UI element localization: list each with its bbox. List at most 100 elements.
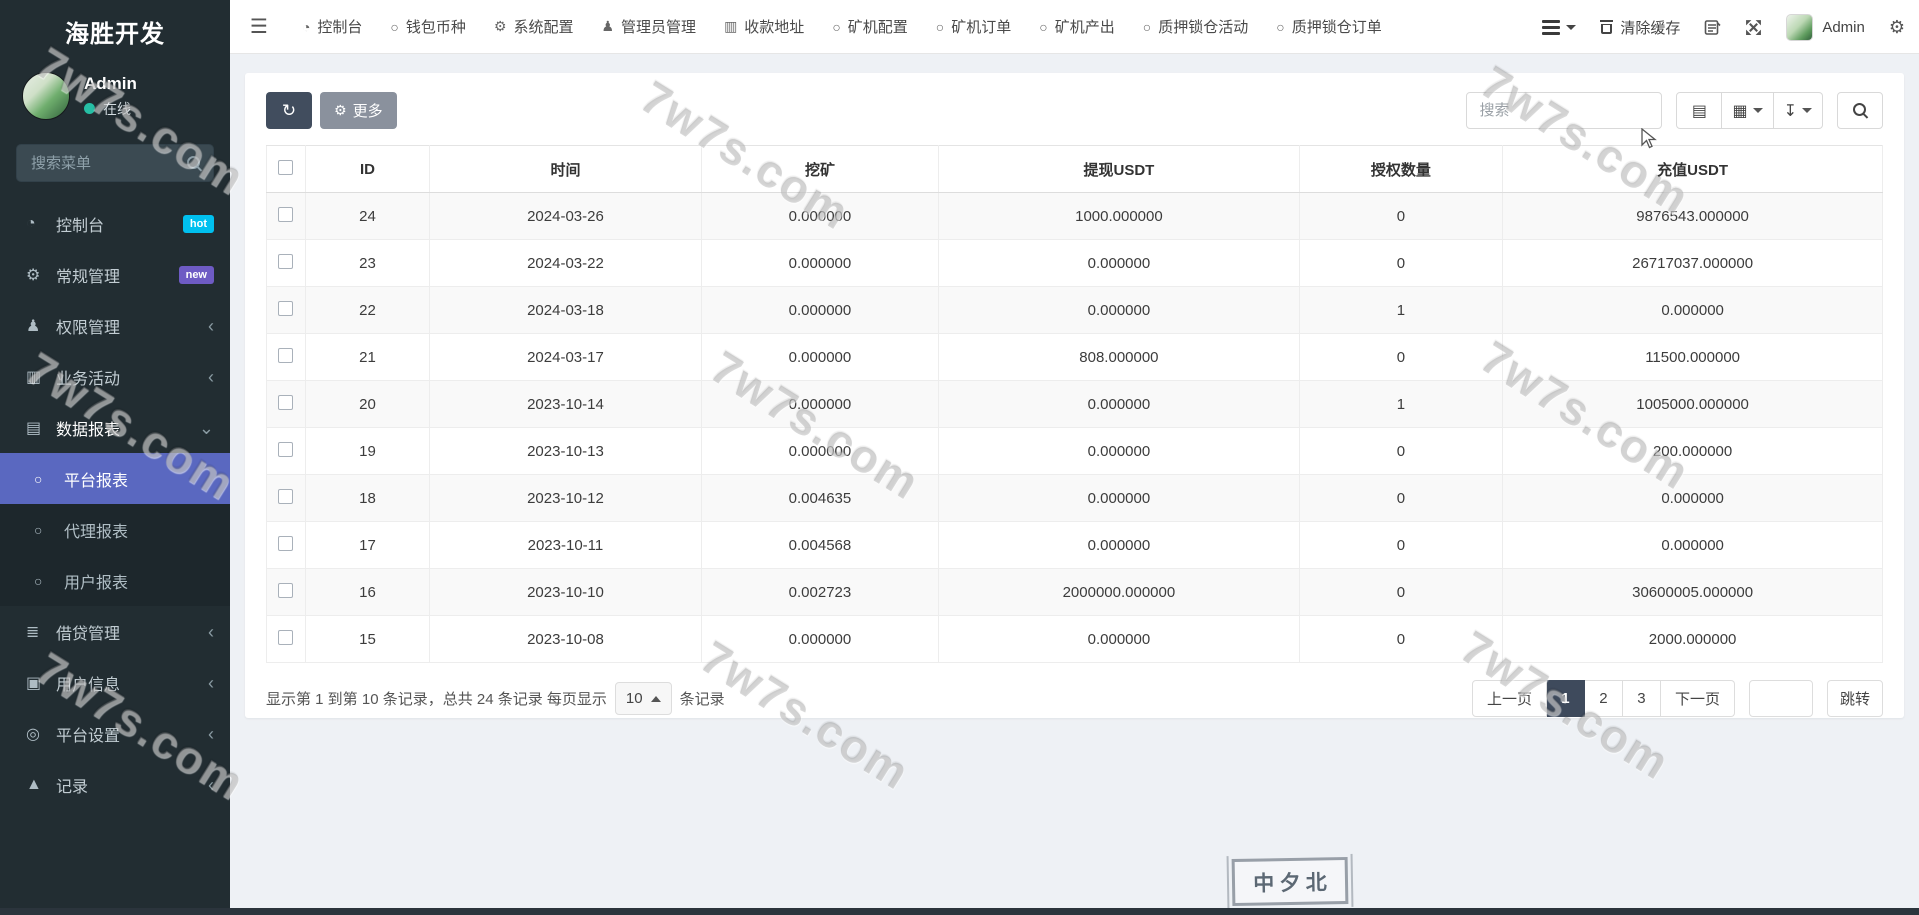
navbar-tab-payment-address[interactable]: ▥ 收款地址	[724, 16, 804, 37]
sidebar-item-user-info[interactable]: ▣ 用户信息 ‹	[0, 657, 230, 708]
user-status: 在线	[84, 99, 137, 119]
refresh-button[interactable]: ↻	[266, 92, 312, 129]
row-checkbox[interactable]	[278, 394, 294, 410]
page-button-3[interactable]: 3	[1622, 680, 1661, 717]
navbar-tab-miner-config[interactable]: ○ 矿机配置	[832, 16, 907, 37]
chevron-left-icon: ‹	[208, 774, 214, 795]
sidebar-menu: ◔ 控制台 hot ⚙ 常规管理 new ♟ 权限管理 ‹ ▥ 业务活动 ‹ ▤ 数据报表 ⌄ ○ 平台报表 ○ 代…	[0, 198, 230, 810]
sidebar-item-label: 常规管理	[56, 268, 121, 286]
table-cell: 17	[304, 521, 431, 569]
sidebar-item-label: 控制台	[56, 217, 105, 235]
circle-icon: ○	[34, 470, 43, 487]
table-cell: 26717037.000000	[1502, 239, 1883, 287]
table-cell: 0.000000	[700, 427, 940, 475]
table-cell: 20	[304, 380, 431, 428]
table-row: 15 2023-10-08 0.000000 0.000000 0 2000.000000	[266, 615, 1883, 663]
file-icon: ▤	[26, 419, 42, 437]
sidebar-item-user-report[interactable]: ○ 用户报表	[0, 555, 230, 606]
sidebar-search-input[interactable]	[16, 144, 214, 182]
select-all-checkbox[interactable]	[278, 159, 294, 175]
row-checkbox[interactable]	[278, 206, 294, 222]
table-cell: 0.000000	[938, 474, 1300, 522]
sidebar-item-label: 记录	[56, 778, 89, 796]
search-toggle-button[interactable]	[1837, 92, 1883, 129]
settings-gear-icon[interactable]: ⚙	[1889, 17, 1905, 38]
admin-menu[interactable]: Admin	[1786, 13, 1865, 41]
table-cell: 0	[1298, 474, 1504, 522]
table-cell: 24	[304, 192, 431, 240]
navbar-tab-wallet-coins[interactable]: ○ 钱包币种	[390, 16, 465, 37]
navbar-tab-console[interactable]: ◔ 控制台	[302, 16, 362, 37]
more-button[interactable]: ⚙ 更多	[320, 92, 397, 129]
row-checkbox[interactable]	[278, 582, 294, 598]
content-card: ↻ ⚙ 更多 ▤ ▦ ↧ ID时间挖矿提现USDT授权数量充值USDT 2420…	[245, 73, 1904, 718]
user-icon: ♟	[601, 18, 615, 34]
fullscreen-icon[interactable]	[1745, 19, 1762, 36]
row-checkbox-cell	[266, 521, 306, 569]
address-book-icon: ▣	[26, 674, 42, 692]
navbar-tab-admin-manage[interactable]: ♟ 管理员管理	[601, 16, 696, 37]
navbar-tab-label: 矿机配置	[847, 19, 908, 36]
table-cell: 0.000000	[938, 380, 1300, 428]
row-checkbox-cell	[266, 474, 306, 522]
navbar-tab-label: 质押锁仓订单	[1291, 19, 1382, 36]
navbar-tab-miner-orders[interactable]: ○ 矿机订单	[936, 16, 1011, 37]
sidebar-item-console[interactable]: ◔ 控制台 hot	[0, 198, 230, 249]
page-size-select[interactable]: 10	[614, 682, 672, 715]
list-icon	[1542, 17, 1561, 38]
table-search-input[interactable]	[1466, 92, 1663, 129]
sidebar-item-data-reports[interactable]: ▤ 数据报表 ⌄	[0, 402, 230, 453]
navbar-tab-label: 收款地址	[744, 19, 805, 36]
columns-button[interactable]: ▦	[1722, 92, 1774, 129]
circle-icon: ○	[1276, 18, 1285, 35]
sidebar-item-platform-settings[interactable]: ◎ 平台设置 ‹	[0, 708, 230, 759]
navbar-tab-miner-output[interactable]: ○ 矿机产出	[1039, 16, 1114, 37]
sidebar-item-permission-manage[interactable]: ♟ 权限管理 ‹	[0, 300, 230, 351]
row-checkbox[interactable]	[278, 253, 294, 269]
row-checkbox[interactable]	[278, 629, 294, 645]
stamp-image: 中 夕 北	[1231, 856, 1349, 907]
user-panel: Admin 在线	[0, 62, 230, 134]
sidebar-item-agent-report[interactable]: ○ 代理报表	[0, 504, 230, 555]
table-cell: 16	[304, 568, 431, 616]
jump-button[interactable]: 跳转	[1826, 680, 1883, 717]
sidebar-item-loan-manage[interactable]: ≣ 借贷管理 ‹	[0, 606, 230, 657]
row-checkbox[interactable]	[278, 347, 294, 363]
table-cell: 0	[1298, 192, 1504, 240]
column-header: 挖矿	[700, 145, 940, 193]
page-button-2[interactable]: 2	[1584, 680, 1623, 717]
navbar-tab-pledge-orders[interactable]: ○ 质押锁仓订单	[1276, 16, 1381, 37]
caret-up-icon	[650, 695, 661, 702]
sidebar-item-business-activity[interactable]: ▥ 业务活动 ‹	[0, 351, 230, 402]
table-menu-dropdown[interactable]	[1542, 17, 1577, 38]
table-cell: 0.000000	[938, 521, 1300, 569]
sidebar-item-general-manage[interactable]: ⚙ 常规管理 new	[0, 249, 230, 300]
prev-page-button[interactable]: 上一页	[1471, 680, 1547, 717]
column-header: 提现USDT	[938, 145, 1300, 193]
navbar-tab-system-config[interactable]: ⚙ 系统配置	[494, 16, 574, 37]
translate-icon[interactable]	[1704, 19, 1721, 36]
table-cell: 2023-10-11	[429, 521, 702, 569]
sidebar-item-label: 业务活动	[56, 370, 121, 388]
sidebar-item-records[interactable]: ▲ 记录 ‹	[0, 759, 230, 810]
next-page-button[interactable]: 下一页	[1660, 680, 1735, 717]
chevron-left-icon: ‹	[208, 621, 214, 642]
row-checkbox[interactable]	[278, 535, 294, 551]
navbar-tab-label: 质押锁仓活动	[1158, 19, 1249, 36]
table-cell: 0.000000	[700, 333, 940, 381]
table-cell: 0.000000	[700, 239, 940, 287]
row-checkbox[interactable]	[278, 441, 294, 457]
table-cell: 19	[304, 427, 431, 475]
export-button[interactable]: ↧	[1773, 92, 1823, 129]
detail-view-button[interactable]: ▤	[1676, 92, 1723, 129]
page-button-1[interactable]: 1	[1546, 680, 1585, 717]
row-checkbox[interactable]	[278, 488, 294, 504]
clear-cache-button[interactable]: 清除缓存	[1600, 17, 1680, 38]
hamburger-icon[interactable]: ☰	[230, 14, 288, 39]
table-search	[1466, 92, 1663, 129]
sidebar-item-platform-report[interactable]: ○ 平台报表	[0, 453, 230, 504]
jump-page-input[interactable]	[1748, 680, 1813, 717]
navbar-tab-pledge-activity[interactable]: ○ 质押锁仓活动	[1143, 16, 1248, 37]
row-checkbox[interactable]	[278, 300, 294, 316]
table-cell: 2023-10-13	[429, 427, 702, 475]
